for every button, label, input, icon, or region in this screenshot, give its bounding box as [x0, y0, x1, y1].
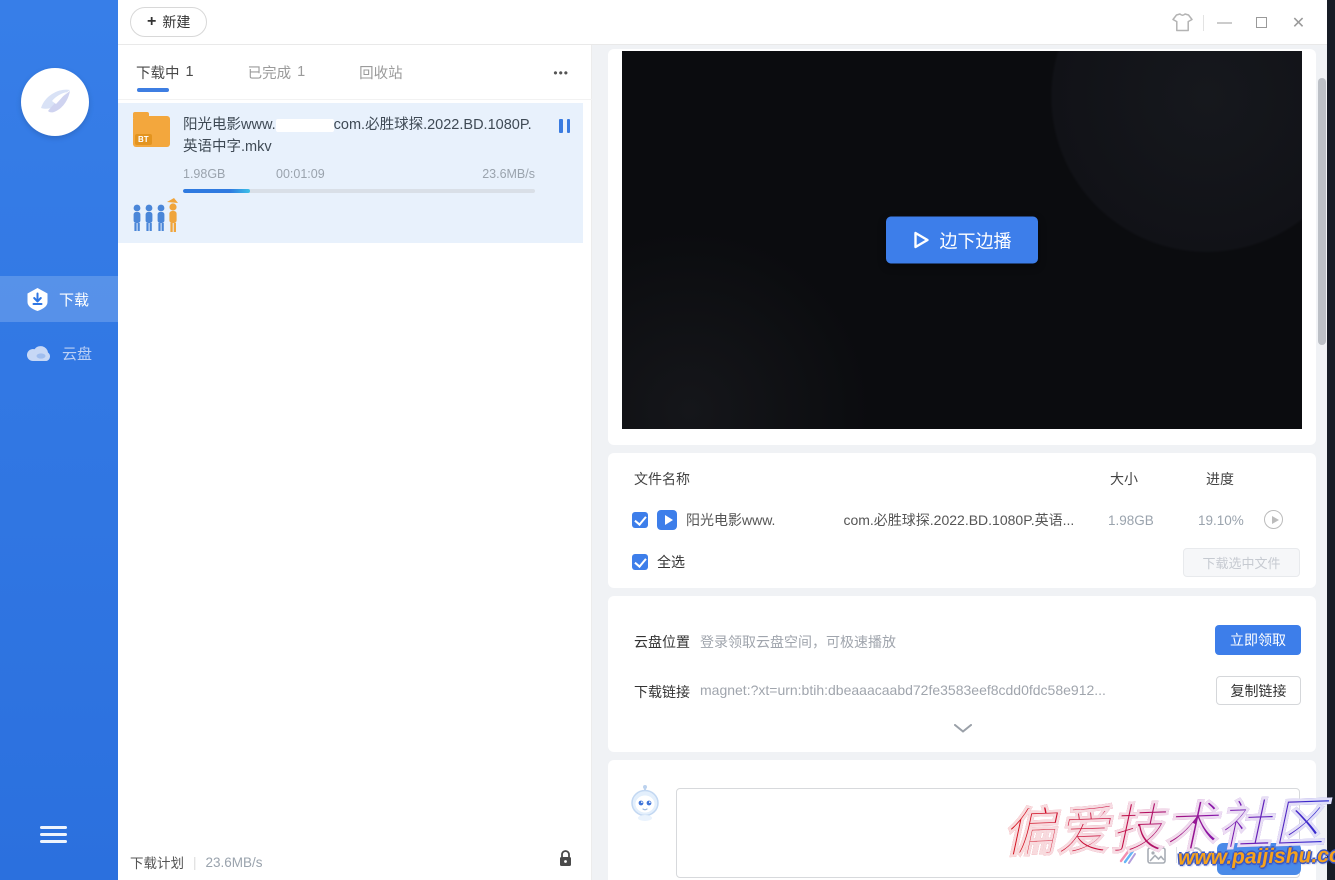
task-stats: 1.98GB 00:01:09 23.6MB/s [183, 167, 535, 181]
video-preview-card: 边下边播 [608, 49, 1316, 445]
task-size: 1.98GB [183, 167, 276, 181]
select-all-label: 全选 [657, 552, 685, 572]
task-detail-panel: 边下边播 文件名称 大小 进度 阳光电影www.com.必胜球探.2022.BD… [592, 45, 1327, 880]
progress-fill [183, 189, 250, 193]
more-menu-icon[interactable]: ••• [553, 45, 569, 100]
column-header-name: 文件名称 [634, 469, 690, 489]
redacted-text [775, 515, 843, 528]
pause-button[interactable] [559, 119, 570, 133]
cloud-link-card: 云盘位置 登录领取云盘空间，可极速播放 立即领取 下载链接 magnet:?xt… [608, 596, 1316, 752]
progress-bar [183, 189, 535, 193]
file-progress: 19.10% [1198, 513, 1244, 528]
input-toolbar [1117, 845, 1203, 865]
window-controls: — ✕ [1164, 0, 1317, 45]
tab-recycle-bin[interactable]: 回收站 [359, 45, 403, 100]
divider [1203, 15, 1204, 31]
sidebar-item-label: 云盘 [62, 343, 92, 364]
close-button[interactable]: ✕ [1280, 0, 1317, 45]
video-preview: 边下边播 [622, 51, 1302, 429]
file-checkbox[interactable] [632, 512, 648, 528]
maximize-button[interactable] [1243, 0, 1280, 45]
task-eta: 00:01:09 [276, 167, 482, 181]
download-shield-icon [26, 287, 49, 312]
download-task-card[interactable]: BT 阳光电影www.com.必胜球探.2022.BD.1080P.英语中字.m… [118, 103, 583, 243]
new-task-button[interactable]: + 新建 [130, 7, 207, 37]
status-bar: 下载计划 | 23.6MB/s [130, 852, 263, 872]
circle-icon[interactable] [1187, 847, 1203, 863]
redacted-text [276, 119, 334, 132]
tshirt-icon [1172, 13, 1193, 32]
app-logo[interactable] [21, 68, 89, 136]
send-button[interactable] [1217, 843, 1301, 875]
cloud-icon [26, 344, 52, 362]
desktop-edge [1327, 0, 1335, 880]
task-speed: 23.6MB/s [482, 167, 535, 181]
play-icon [913, 231, 930, 250]
peers-people-icon [131, 195, 181, 239]
column-header-progress: 进度 [1206, 469, 1234, 489]
minimize-icon: — [1217, 14, 1232, 31]
theme-skin-button[interactable] [1164, 0, 1201, 45]
play-while-download-button[interactable]: 边下边播 [886, 217, 1038, 264]
cloud-location-hint: 登录领取云盘空间，可极速播放 [700, 632, 896, 652]
sidebar-item-cloud[interactable]: 云盘 [0, 330, 118, 376]
image-icon[interactable] [1147, 847, 1166, 864]
select-all-row: 全选 [632, 552, 685, 572]
sidebar-item-download[interactable]: 下载 [0, 276, 118, 322]
claim-now-button[interactable]: 立即领取 [1215, 625, 1301, 655]
file-name: 阳光电影www.com.必胜球探.2022.BD.1080P.英语... [686, 510, 1088, 530]
expand-chevron-down-icon[interactable] [954, 720, 972, 738]
file-play-icon[interactable] [1264, 510, 1283, 529]
global-speed: 23.6MB/s [206, 855, 263, 870]
tab-count: 1 [297, 64, 305, 80]
task-filename: 阳光电影www.com.必胜球探.2022.BD.1080P.英语中字.mkv [183, 114, 535, 158]
title-bar: + 新建 — ✕ [118, 0, 1327, 45]
app-window: 下载 云盘 + 新建 — [0, 0, 1335, 880]
menu-hamburger-icon[interactable] [40, 826, 67, 847]
file-list-card: 文件名称 大小 进度 阳光电影www.com.必胜球探.2022.BD.1080… [608, 453, 1316, 588]
magnet-link-value: magnet:?xt=urn:btih:dbeaaacaabd72fe3583e… [700, 682, 1106, 698]
divider: | [193, 855, 197, 870]
assistant-chat-card [608, 760, 1316, 880]
lock-icon [558, 849, 573, 867]
download-link-label: 下载链接 [634, 682, 690, 702]
bt-folder-icon: BT [133, 116, 170, 147]
select-all-checkbox[interactable] [632, 554, 648, 570]
download-selected-button[interactable]: 下载选中文件 [1183, 548, 1300, 577]
copy-link-button[interactable]: 复制链接 [1216, 676, 1301, 705]
cloud-location-label: 云盘位置 [634, 632, 690, 652]
plus-icon: + [147, 13, 156, 31]
tab-completed[interactable]: 已完成 1 [248, 45, 306, 100]
task-list-panel: 下载中 1 已完成 1 回收站 ••• BT 阳光电影www.com.必胜球探.… [118, 45, 592, 880]
minimize-button[interactable]: — [1206, 0, 1243, 45]
task-tabs: 下载中 1 已完成 1 回收站 ••• [118, 45, 592, 100]
pen-icon[interactable] [1117, 845, 1137, 865]
tab-downloading[interactable]: 下载中 1 [136, 45, 194, 100]
sidebar-item-label: 下载 [59, 289, 89, 310]
bt-badge: BT [135, 134, 152, 145]
assistant-input[interactable] [676, 788, 1300, 878]
maximize-icon [1256, 17, 1267, 28]
column-header-size: 大小 [1110, 469, 1138, 489]
sidebar: 下载 云盘 [0, 0, 118, 880]
video-file-icon [657, 510, 677, 530]
scrollbar-thumb[interactable] [1318, 78, 1326, 345]
tab-count: 1 [186, 64, 194, 80]
download-plan-label[interactable]: 下载计划 [130, 852, 184, 872]
close-icon: ✕ [1292, 13, 1305, 33]
file-row[interactable]: 阳光电影www.com.必胜球探.2022.BD.1080P.英语... [632, 506, 1088, 534]
file-size: 1.98GB [1108, 513, 1154, 528]
lock-button[interactable] [558, 849, 573, 872]
divider [1176, 847, 1177, 863]
bird-logo-icon [34, 81, 76, 123]
assistant-robot-icon [627, 784, 663, 827]
